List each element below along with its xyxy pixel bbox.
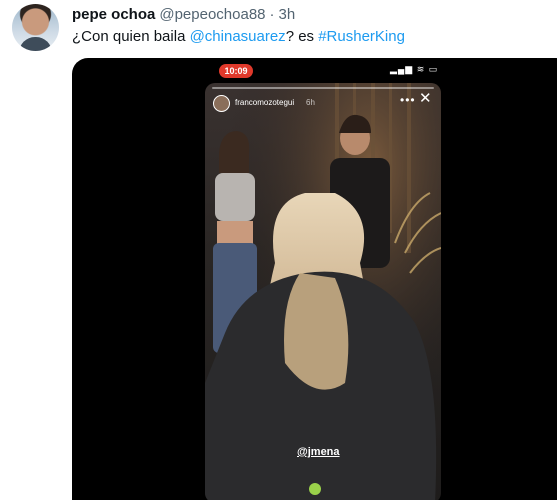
phone-status-icons: ▂▄▆ ≋ ▭ xyxy=(390,64,439,74)
media-video[interactable]: 10:09 ▂▄▆ ≋ ▭ francomozotegui 6h ••• ✕ @… xyxy=(72,58,557,500)
author-avatar[interactable] xyxy=(12,4,59,51)
story-time-ago: 6h xyxy=(306,98,315,107)
separator-dot: · xyxy=(269,5,275,23)
tweet-header: pepe ochoa @pepeochoa88 · 3h xyxy=(72,4,295,24)
story-user-avatar[interactable] xyxy=(213,95,230,112)
tweet-text: ¿Con quien baila @chinasuarez? es #Rushe… xyxy=(72,27,405,47)
story-progress-bar xyxy=(212,87,434,89)
recording-clock-pill: 10:09 xyxy=(219,64,253,78)
party-scene-image xyxy=(205,83,441,500)
more-options-icon[interactable]: ••• xyxy=(400,93,416,107)
close-icon[interactable]: ✕ xyxy=(419,91,432,106)
tweet-text-part: ? es xyxy=(285,28,319,45)
tweet-timestamp[interactable]: 3h xyxy=(279,6,296,23)
mention-link[interactable]: @chinasuarez xyxy=(190,28,286,45)
author-name[interactable]: pepe ochoa xyxy=(72,6,155,23)
story-mention-tag[interactable]: @jmena xyxy=(297,446,340,458)
tweet-text-part: ¿Con quien baila xyxy=(72,28,190,45)
story-username[interactable]: francomozotegui xyxy=(235,98,294,107)
author-handle[interactable]: @pepeochoa88 xyxy=(159,6,265,23)
story-frame: francomozotegui 6h ••• ✕ @jmena xyxy=(205,83,441,500)
hashtag-link[interactable]: #RusherKing xyxy=(318,28,405,45)
avatar-shirt xyxy=(19,37,52,51)
